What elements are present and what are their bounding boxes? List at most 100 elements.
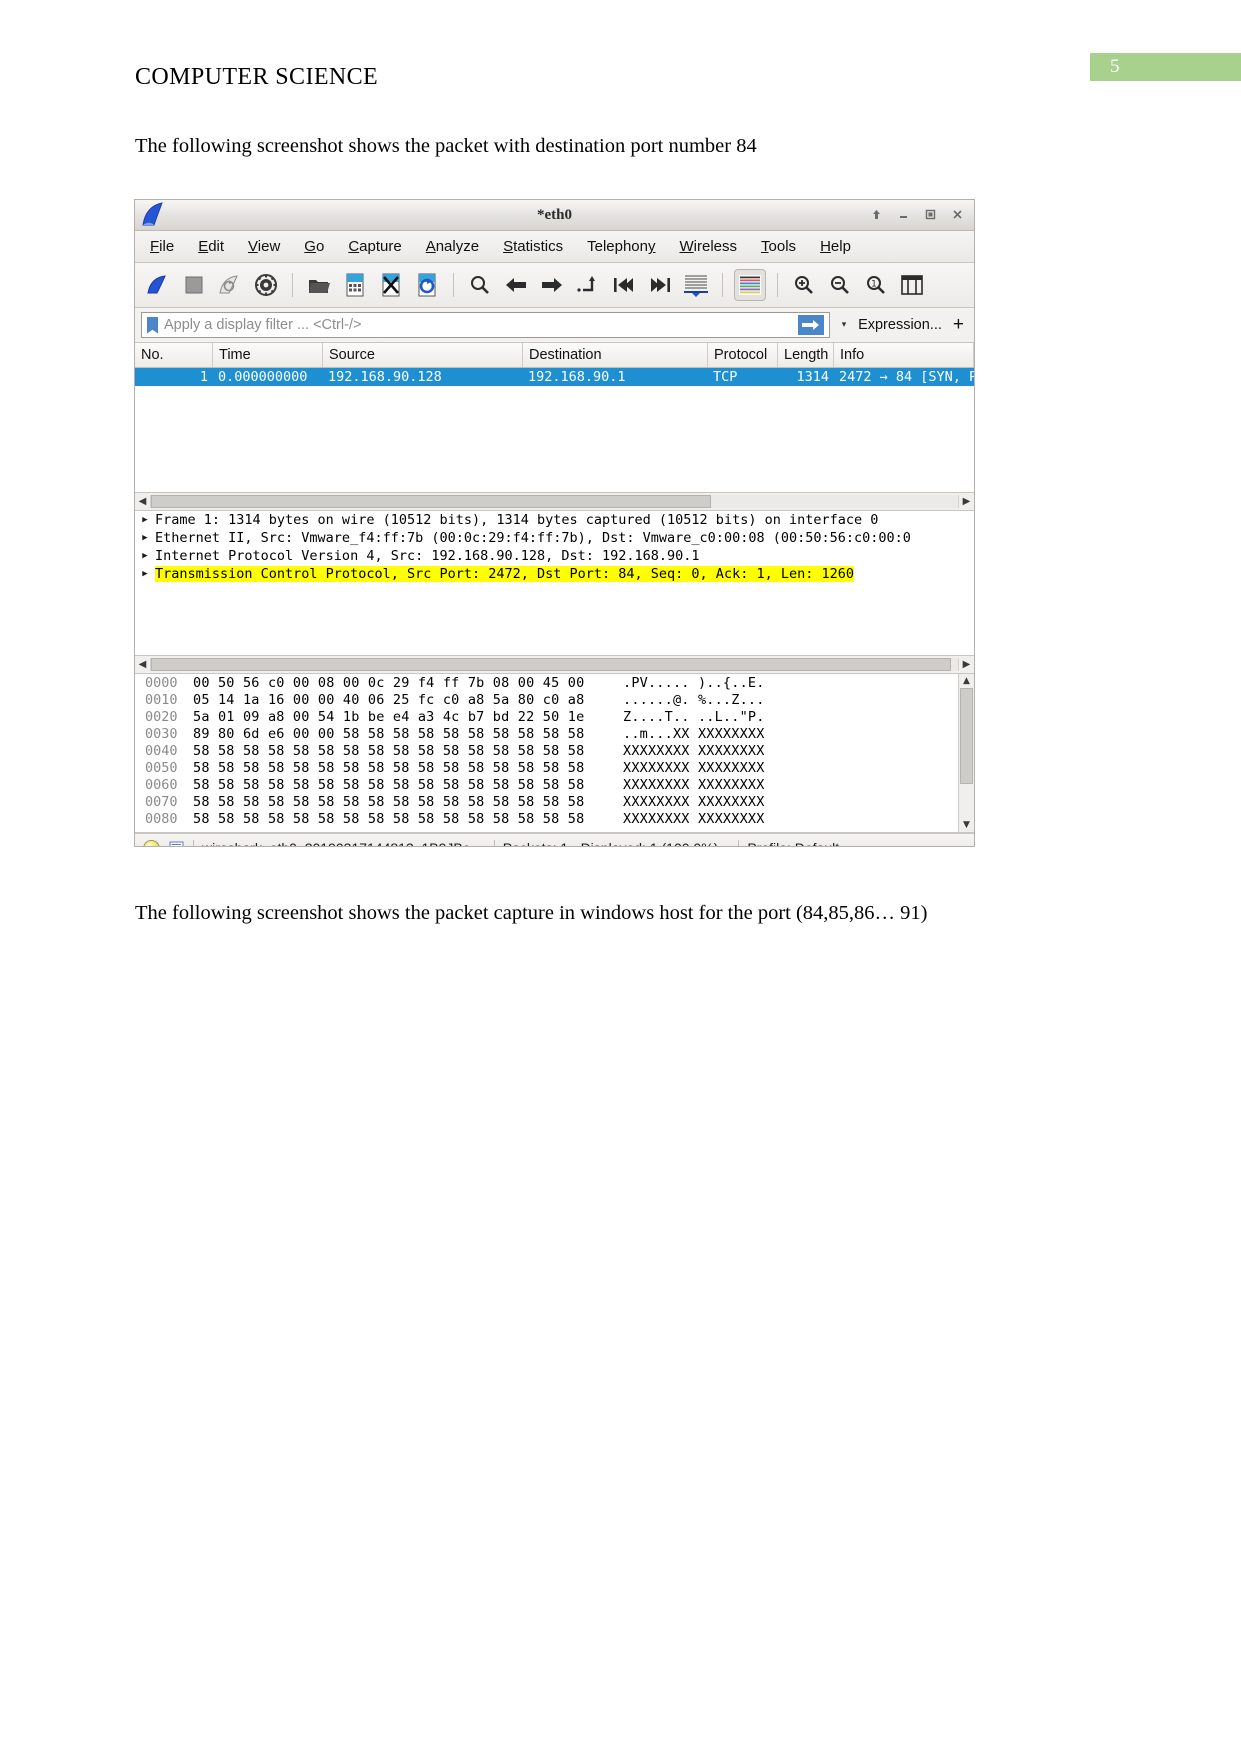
hex-offset: 0020 [145,708,178,725]
scroll-up-icon[interactable]: ▲ [963,674,970,688]
go-first-packet-icon[interactable] [609,270,639,300]
detail-text: Ethernet II, Src: Vmware_f4:ff:7b (00:0c… [155,530,911,546]
scroll-thumb[interactable] [151,658,951,671]
resize-columns-icon[interactable] [897,270,927,300]
hex-row[interactable]: 0020 5a 01 09 a8 00 54 1b be e4 a3 4c b7… [135,708,974,725]
hex-ascii: XXXXXXXX XXXXXXXX [623,810,765,827]
go-to-packet-icon[interactable] [573,270,603,300]
display-filter-input[interactable]: Apply a display filter ... <Ctrl-/> [141,312,831,338]
hex-row[interactable]: 0040 58 58 58 58 58 58 58 58 58 58 58 58… [135,742,974,759]
hex-row[interactable]: 0060 58 58 58 58 58 58 58 58 58 58 58 58… [135,776,974,793]
hex-offset: 0070 [145,793,178,810]
minimize-button[interactable] [896,208,911,223]
menu-item-wireless[interactable]: Wireless [675,236,743,257]
go-forward-icon[interactable] [537,270,567,300]
maximize-button[interactable] [923,208,938,223]
column-header-source[interactable]: Source [323,343,523,367]
column-header-length[interactable]: Length [778,343,834,367]
zoom-out-icon[interactable] [825,270,855,300]
hex-row[interactable]: 0010 05 14 1a 16 00 00 40 06 25 fc c0 a8… [135,691,974,708]
packet-list-pane: No. Time Source Destination Protocol Len… [135,343,974,511]
capture-options-icon[interactable] [251,270,281,300]
menu-item-help[interactable]: Help [815,236,856,257]
packet-destination: 192.168.90.1 [528,369,626,385]
chevron-down-icon[interactable]: ▾ [837,320,851,330]
add-filter-button[interactable]: + [949,314,968,336]
column-header-info[interactable]: Info [834,343,974,367]
column-header-time[interactable]: Time [213,343,323,367]
packet-bytes-pane: 0000 00 50 56 c0 00 08 00 0c 29 f4 ff 7b… [135,674,974,833]
menu-item-file[interactable]: File [145,236,179,257]
status-separator [493,839,495,846]
hex-row[interactable]: 0030 89 80 6d e6 00 00 58 58 58 58 58 58… [135,725,974,742]
expand-triangle-icon[interactable]: ▶ [135,569,155,579]
menu-item-analyze[interactable]: Analyze [421,236,484,257]
packet-bytes-vscrollbar[interactable]: ▲ ▼ [958,674,974,832]
restart-capture-icon[interactable] [215,270,245,300]
start-capture-icon[interactable] [143,270,173,300]
expand-triangle-icon[interactable]: ▶ [135,533,155,543]
menu-item-edit[interactable]: Edit [193,236,229,257]
menu-item-statistics[interactable]: Statistics [498,236,568,257]
reload-file-icon[interactable] [412,270,442,300]
detail-row-tcp[interactable]: ▶ Transmission Control Protocol, Src Por… [135,565,974,583]
menu-item-tools[interactable]: Tools [756,236,801,257]
colorize-packets-icon[interactable] [734,269,766,301]
capture-ready-bulb-icon[interactable] [143,839,160,846]
scroll-left-icon[interactable]: ◀ [135,659,150,670]
detail-text: Transmission Control Protocol, Src Port:… [155,566,854,582]
filter-expression-button[interactable]: Expression... [858,317,942,333]
auto-scroll-icon[interactable] [681,270,711,300]
column-header-no[interactable]: No. [135,343,213,367]
display-filter-placeholder: Apply a display filter ... <Ctrl-/> [164,317,362,333]
zoom-in-icon[interactable] [789,270,819,300]
zoom-reset-icon[interactable]: 1 [861,270,891,300]
hex-row[interactable]: 0080 58 58 58 58 58 58 58 58 58 58 58 58… [135,810,974,827]
scroll-trough[interactable] [150,495,959,508]
stop-capture-icon[interactable] [179,270,209,300]
packet-list-row[interactable]: 1 0.000000000 192.168.90.128 192.168.90.… [135,368,974,386]
go-last-packet-icon[interactable] [645,270,675,300]
detail-row-ipv4[interactable]: ▶ Internet Protocol Version 4, Src: 192.… [135,547,974,565]
hex-offset: 0030 [145,725,178,742]
scroll-thumb[interactable] [960,688,973,784]
save-file-icon[interactable] [340,270,370,300]
packet-list-hscrollbar[interactable]: ◀ ▶ [135,492,974,510]
detail-text: Frame 1: 1314 bytes on wire (10512 bits)… [155,512,879,528]
column-header-protocol[interactable]: Protocol [708,343,778,367]
menu-item-capture[interactable]: Capture [343,236,406,257]
capture-comment-icon[interactable] [168,840,185,846]
hex-offset: 0050 [145,759,178,776]
scroll-left-icon[interactable]: ◀ [135,496,150,507]
expand-triangle-icon[interactable]: ▶ [135,551,155,561]
menu-item-telephony[interactable]: Telephony [582,236,660,257]
scroll-trough[interactable] [150,658,959,671]
find-packet-icon[interactable] [465,270,495,300]
menu-item-view[interactable]: View [243,236,285,257]
filter-bookmark-icon[interactable] [147,316,158,334]
hex-offset: 0040 [145,742,178,759]
menu-item-go[interactable]: Go [299,236,329,257]
open-file-icon[interactable] [304,270,334,300]
apply-filter-arrow-icon[interactable] [798,315,825,335]
shade-button[interactable] [869,208,884,223]
column-header-destination[interactable]: Destination [523,343,708,367]
go-back-icon[interactable] [501,270,531,300]
detail-row-frame[interactable]: ▶ Frame 1: 1314 bytes on wire (10512 bit… [135,511,974,529]
toolbar-separator [292,273,293,297]
hex-bytes: 5a 01 09 a8 00 54 1b be e4 a3 4c b7 bd 2… [193,708,585,725]
status-profile[interactable]: Profile: Default [747,840,839,846]
expand-triangle-icon[interactable]: ▶ [135,515,155,525]
scroll-down-icon[interactable]: ▼ [963,818,970,832]
detail-row-ethernet[interactable]: ▶ Ethernet II, Src: Vmware_f4:ff:7b (00:… [135,529,974,547]
hex-row[interactable]: 0050 58 58 58 58 58 58 58 58 58 58 58 58… [135,759,974,776]
close-file-icon[interactable] [376,270,406,300]
display-filter-bar: Apply a display filter ... <Ctrl-/> ▾ Ex… [135,308,974,343]
scroll-right-icon[interactable]: ▶ [959,496,974,507]
packet-details-hscrollbar[interactable]: ◀ ▶ [135,655,974,673]
scroll-right-icon[interactable]: ▶ [959,659,974,670]
close-button[interactable] [950,208,965,223]
scroll-thumb[interactable] [151,495,711,508]
hex-row[interactable]: 0070 58 58 58 58 58 58 58 58 58 58 58 58… [135,793,974,810]
hex-row[interactable]: 0000 00 50 56 c0 00 08 00 0c 29 f4 ff 7b… [135,674,974,691]
